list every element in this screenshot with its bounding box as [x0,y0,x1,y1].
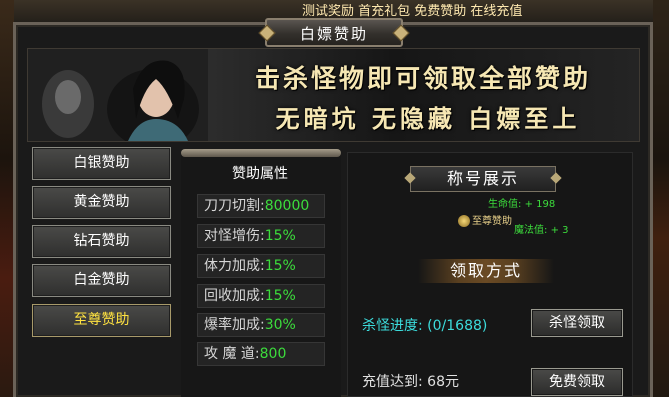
attribute-label: 对怪增伤: [204,228,265,244]
badge-icon [458,215,470,227]
mp-value: + 3 [550,225,569,236]
mp-stat: 魔法值: + 3 [514,221,568,236]
hp-value: + 198 [524,199,556,210]
recharge-value: 68元 [427,374,459,390]
attribute-value: 80000 [264,198,310,214]
kill-progress: 杀怪进度: (0/1688) [362,315,487,335]
attribute-row: 对怪增伤:15% [197,224,325,248]
kill-claim-button[interactable]: 杀怪领取 [531,309,623,337]
portrait-image [28,49,208,141]
attribute-value: 15% [264,228,296,244]
left-scenery [0,0,14,397]
attribute-label: 回收加成: [204,288,265,304]
free-claim-button[interactable]: 免费领取 [531,368,623,396]
kill-progress-value: (0/1688) [427,318,488,334]
banner-subline: 无暗坑 无隐藏 白嫖至上 [275,104,581,133]
promo-banner: 击杀怪物即可领取全部赞助 无暗坑 无隐藏 白嫖至上 [27,48,640,142]
kill-progress-label: 杀怪进度: [362,318,423,334]
attribute-value: 15% [264,258,296,274]
title-display-heading: 称号展示 [410,166,556,192]
recharge-requirement: 充值达到: 68元 [362,371,459,391]
attribute-label: 爆率加成: [204,317,265,333]
attribute-value: 30% [264,317,296,333]
window-title-plate: 白嫖赞助 [258,18,410,47]
right-scenery [653,0,669,397]
attribute-label: 攻 魔 道: [204,346,260,362]
sidebar-item-diamond[interactable]: 钻石赞助 [32,225,171,258]
attribute-row: 刀刀切割:80000 [197,194,325,218]
attribute-label: 刀刀切割: [204,198,265,214]
sidebar-item-supreme[interactable]: 至尊赞助 [32,304,171,337]
scroll-rod [181,149,341,157]
attribute-value: 15% [264,288,296,304]
sidebar-item-silver[interactable]: 白银赞助 [32,147,171,180]
sidebar-item-platinum[interactable]: 白金赞助 [32,264,171,297]
banner-headline: 击杀怪物即可领取全部赞助 [254,64,591,93]
hp-stat: 生命值: + 198 [488,195,555,210]
window-title: 白嫖赞助 [299,25,368,43]
badge-name: 至尊赞助 [472,216,512,227]
sidebar-item-gold[interactable]: 黄金赞助 [32,186,171,219]
mp-label: 魔法值: [514,225,548,236]
recharge-label: 充值达到: [362,374,423,390]
attribute-row: 回收加成:15% [197,284,325,308]
hp-label: 生命值: [488,199,522,210]
attributes-title: 赞助属性 [232,166,288,182]
attribute-row: 攻 魔 道:800 [197,342,325,366]
attribute-row: 体力加成:15% [197,254,325,278]
attribute-value: 800 [259,346,287,362]
attribute-row: 爆率加成:30% [197,313,325,337]
attribute-label: 体力加成: [204,258,265,274]
claim-method-heading: 领取方式 [418,259,554,283]
